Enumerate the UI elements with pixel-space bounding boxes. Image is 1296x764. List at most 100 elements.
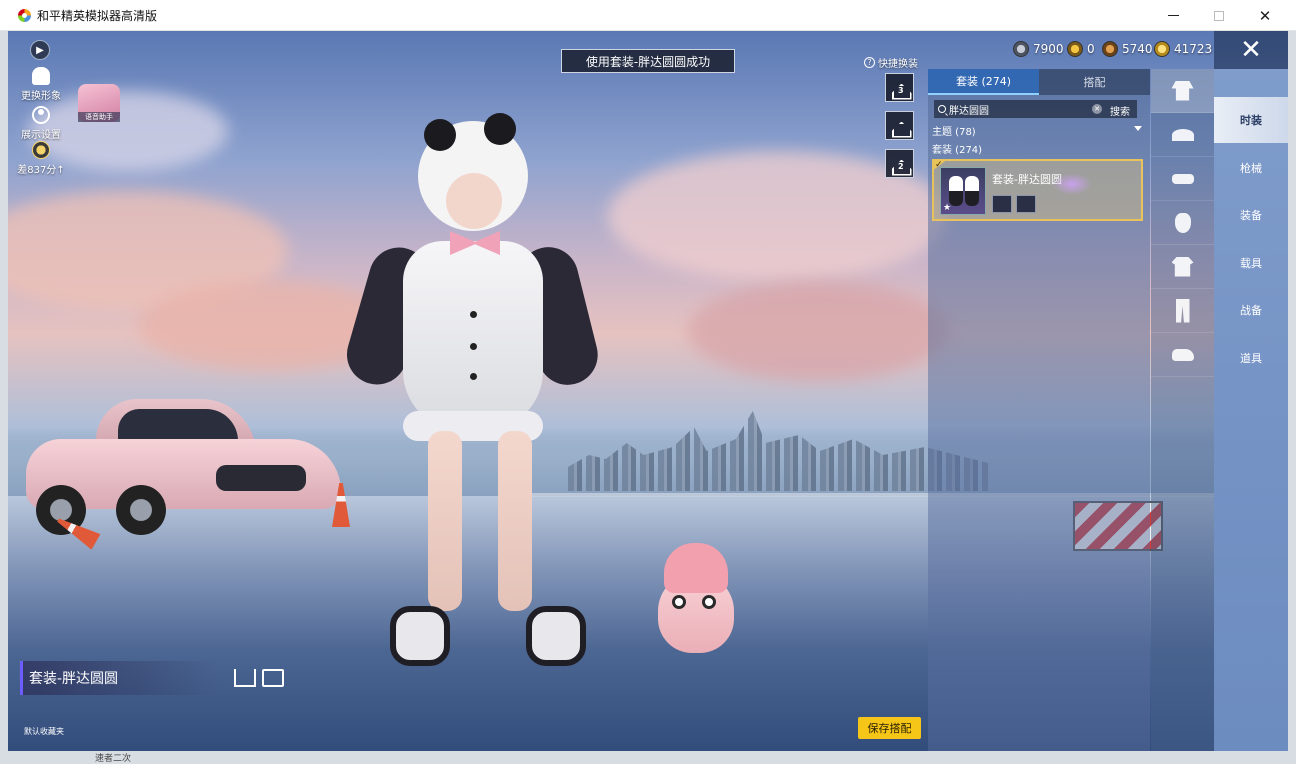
display-settings-button[interactable]: 展示设置: [16, 106, 66, 141]
currency-value: 0: [1087, 42, 1095, 56]
currency-gold[interactable]: 41723: [1154, 41, 1212, 57]
currency-value: 41723: [1174, 42, 1213, 56]
quick-slot-current[interactable]: [885, 111, 914, 140]
eye-icon: [32, 106, 50, 124]
rank-badge-icon: [32, 141, 50, 159]
category-mask[interactable]: [1151, 201, 1214, 245]
star-icon: ★: [943, 203, 952, 213]
default-favorites-label[interactable]: 默认收藏夹: [24, 726, 64, 737]
quick-slot-3[interactable]: 3: [885, 73, 914, 102]
outfit-thumbnail: ★: [940, 167, 986, 215]
save-combo-button[interactable]: 保存搭配: [858, 717, 921, 739]
character-silhouette-icon: [891, 117, 909, 135]
right-category-menu: 时装 枪械 装备 载具 战备 道具: [1214, 69, 1288, 751]
minimize-button[interactable]: [1150, 0, 1196, 31]
category-pants[interactable]: [1151, 289, 1214, 333]
shoe-icon: [1171, 348, 1194, 361]
search-button[interactable]: 搜索: [1110, 103, 1130, 118]
success-toast: 使用套装-胖达圆圆成功: [561, 49, 735, 73]
close-wardrobe-button[interactable]: ✕: [1214, 31, 1288, 69]
bronze-coin-icon: [1102, 41, 1118, 57]
section-label: 套装 (274): [932, 145, 983, 156]
hat-icon: [1171, 128, 1194, 141]
pet-hair: [664, 543, 728, 593]
theme-filter-label: 主题 (78): [932, 127, 976, 138]
change-avatar-button[interactable]: 更换形象: [16, 67, 66, 102]
character-model[interactable]: [339, 111, 605, 701]
silver-coin-icon: [1013, 41, 1029, 57]
share-icon[interactable]: [262, 669, 284, 687]
play-button[interactable]: ▶: [30, 40, 50, 60]
outfit-piece-icon[interactable]: [1016, 195, 1036, 213]
arrow-up-icon: ↑: [56, 165, 65, 176]
city-skyline: [568, 411, 988, 491]
button-dot: [470, 311, 477, 318]
search-icon: [938, 105, 946, 113]
category-shoes[interactable]: [1151, 333, 1214, 377]
title-bar: 和平精英模拟器高清版 ✕: [0, 0, 1296, 31]
token-icon: [1067, 41, 1083, 57]
cloud: [688, 281, 948, 381]
search-value: 胖达圆圆: [949, 105, 989, 117]
tab-outfits[interactable]: 套装 (274): [928, 69, 1039, 95]
background-window-text: 速者二次: [95, 754, 132, 764]
close-window-button[interactable]: ✕: [1242, 0, 1288, 31]
maximize-button[interactable]: [1196, 0, 1242, 31]
outfit-piece-icon[interactable]: [992, 195, 1012, 213]
app-logo-icon: [18, 9, 31, 22]
panda-shoe: [390, 606, 450, 666]
help-icon: ?: [864, 57, 875, 68]
avatar-icon: [32, 67, 50, 85]
outfit-card[interactable]: ✓ ★ 套装-胖达圆圆: [932, 159, 1143, 221]
category-top[interactable]: [1151, 245, 1214, 289]
panda-ear: [424, 119, 456, 151]
theme-filter-dropdown[interactable]: 主题 (78): [932, 123, 1142, 138]
character-leg: [498, 431, 532, 611]
character-hoodie: [403, 241, 543, 431]
tab-combos[interactable]: 搭配: [1039, 69, 1150, 95]
favorite-folder-icon[interactable]: [234, 669, 256, 687]
panda-shoe: [526, 606, 586, 666]
quick-change-text: 快捷换装: [878, 59, 918, 70]
rank-points-label: 差837分: [17, 165, 57, 176]
minimize-icon: [1167, 15, 1179, 16]
pet-eye: [672, 595, 686, 609]
voice-assistant-button[interactable]: 语音助手: [78, 84, 120, 122]
quick-change-label[interactable]: ? 快捷换装: [864, 55, 918, 70]
category-hat[interactable]: [1151, 113, 1214, 157]
suit-icon: [1171, 80, 1194, 101]
menu-props[interactable]: 道具: [1214, 335, 1288, 381]
currency-bronze[interactable]: 5740: [1102, 41, 1153, 57]
currency-silver[interactable]: 7900: [1013, 41, 1064, 57]
sparkle-effect: [1052, 173, 1092, 195]
car-grille: [216, 465, 306, 491]
menu-fashion[interactable]: 时装: [1214, 97, 1288, 143]
menu-gear[interactable]: 战备: [1214, 287, 1288, 333]
outfit-figure: [965, 176, 979, 206]
category-glasses[interactable]: [1151, 157, 1214, 201]
currency-token[interactable]: 0: [1067, 41, 1095, 57]
category-suit[interactable]: [1151, 69, 1214, 113]
quick-slot-number: 3: [898, 86, 904, 95]
quick-slot-number: 2: [898, 162, 904, 171]
menu-weapons[interactable]: 枪械: [1214, 145, 1288, 191]
pet-eye: [702, 595, 716, 609]
currency-value: 5740: [1122, 42, 1153, 56]
rank-button[interactable]: 差837分↑: [16, 141, 66, 176]
voice-assistant-label: 语音助手: [78, 112, 120, 122]
car-wheel: [116, 485, 166, 535]
search-input[interactable]: 胖达圆圆 ✕ 搜索: [934, 100, 1137, 118]
menu-equipment[interactable]: 装备: [1214, 192, 1288, 238]
character-leg: [428, 431, 462, 611]
quick-slot-2[interactable]: 2: [885, 149, 914, 178]
clear-search-icon[interactable]: ✕: [1092, 104, 1102, 114]
character-face: [446, 173, 502, 229]
window-title: 和平精英模拟器高清版: [37, 9, 158, 23]
menu-vehicles[interactable]: 载具: [1214, 240, 1288, 286]
wardrobe-panel: 套装 (274) 搭配 胖达圆圆 ✕ 搜索 主题 (78) 套装 (274) ✓: [928, 69, 1150, 751]
category-strip: [1151, 69, 1214, 751]
button-dot: [470, 343, 477, 350]
display-settings-label: 展示设置: [21, 130, 61, 141]
top-icon: [1171, 256, 1194, 277]
outfit-figure: [949, 176, 963, 206]
